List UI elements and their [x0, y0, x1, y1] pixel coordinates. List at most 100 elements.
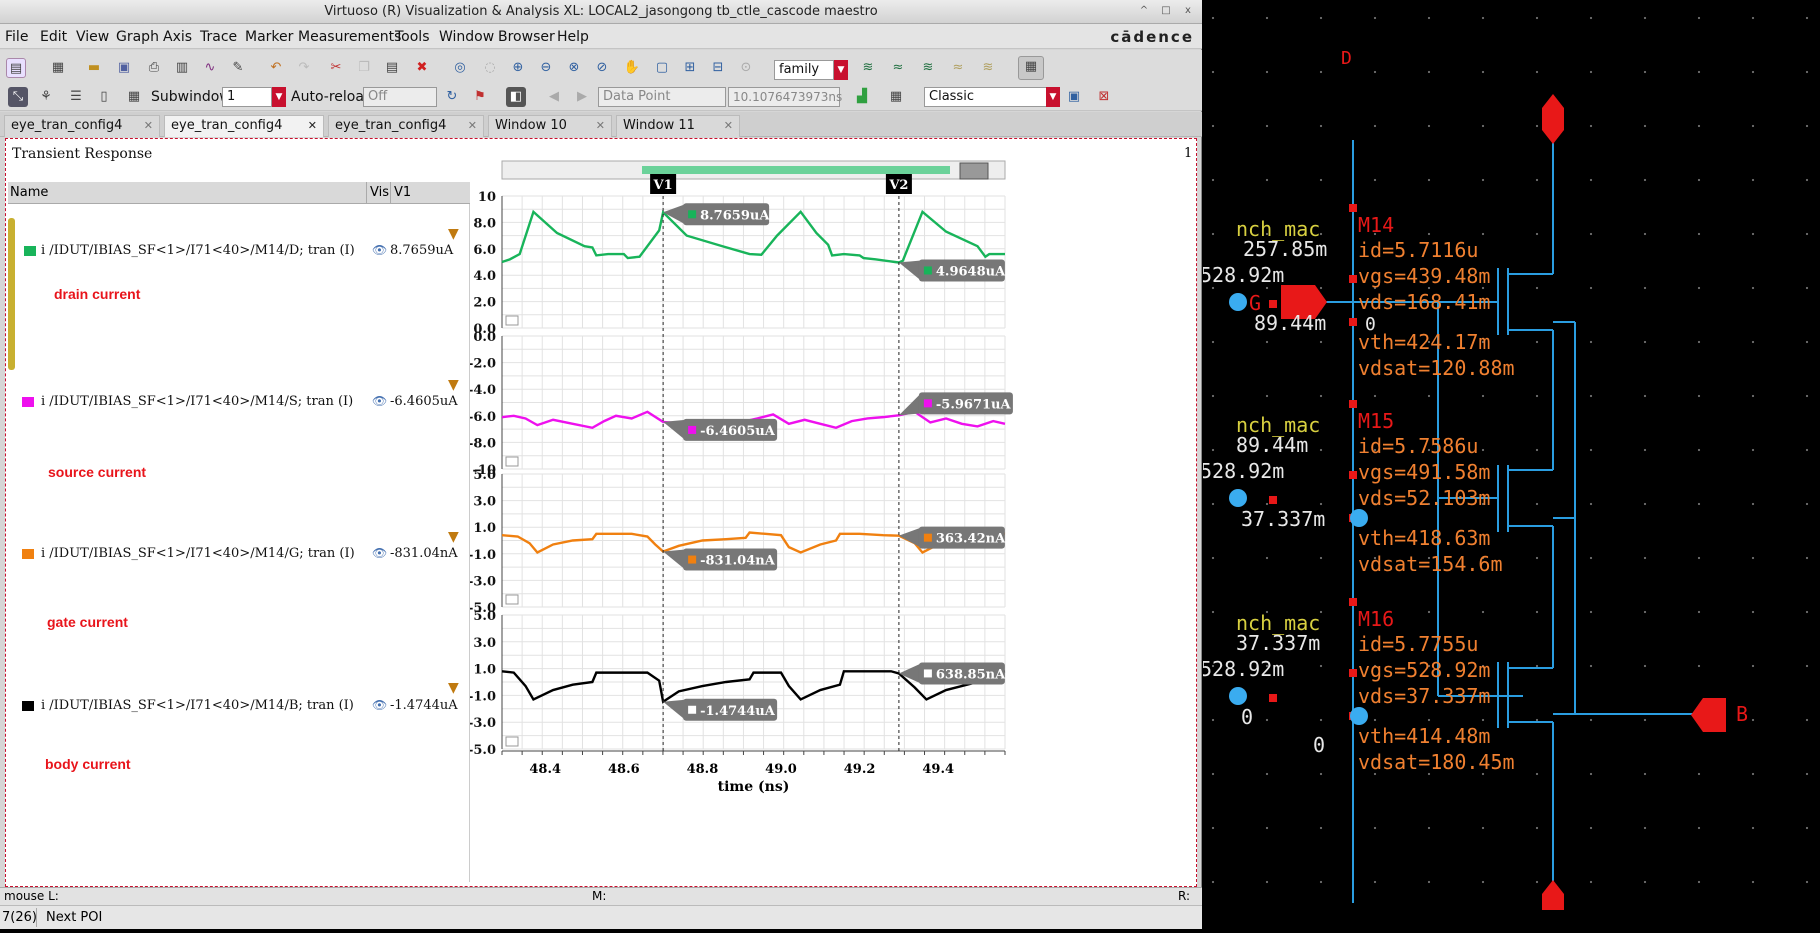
eye-icon[interactable]: 👁 — [372, 546, 387, 560]
zoom-in-icon[interactable]: ⊕ — [508, 58, 528, 78]
close-icon[interactable]: ✕ — [468, 116, 477, 136]
bulk-pin[interactable] — [1691, 698, 1726, 732]
net-node[interactable] — [1229, 489, 1247, 507]
grid-icon[interactable]: ▦ — [1018, 56, 1044, 80]
table-icon[interactable]: ▦ — [886, 87, 906, 107]
close-icon[interactable]: ✕ — [596, 116, 605, 136]
legend-row-gate[interactable]: i /IDUT/IBIAS_SF<1>/I71<40>/M14/G; tran … — [8, 545, 470, 563]
open-folder-icon[interactable]: ▬ — [84, 58, 104, 78]
chevron-down-icon[interactable]: ▼ — [1046, 87, 1060, 107]
redo-icon[interactable]: ↷ — [294, 58, 314, 78]
strip-icon[interactable]: ⚘ — [36, 87, 56, 107]
calculator-icon[interactable]: ▥ — [172, 58, 192, 78]
legend-row-drain[interactable]: i /IDUT/IBIAS_SF<1>/I71<40>/M14/D; tran … — [8, 242, 470, 260]
menu-file[interactable]: File — [5, 29, 28, 45]
subwindow-icon[interactable]: ▦ — [48, 58, 68, 78]
new-window-icon[interactable]: ▤ — [6, 58, 26, 78]
window-icon[interactable]: ▣ — [1064, 87, 1084, 107]
source-pin[interactable] — [1542, 880, 1564, 910]
close-icon[interactable]: ✕ — [144, 116, 153, 136]
eye-icon[interactable]: 👁 — [372, 394, 387, 408]
net-node[interactable] — [1229, 293, 1247, 311]
trace-icon-3[interactable]: ≋ — [918, 58, 938, 78]
stack-icon[interactable]: ☰ — [66, 87, 86, 107]
zoom-prev-icon[interactable]: ⊙ — [736, 58, 756, 78]
prev-icon[interactable]: ◀ — [544, 87, 564, 107]
paste-icon[interactable]: ▤ — [382, 58, 402, 78]
save-icon[interactable]: ▣ — [114, 58, 134, 78]
reload-icon[interactable]: ↻ — [442, 87, 462, 107]
menu-browser[interactable]: Browser — [498, 29, 555, 45]
pan-icon[interactable]: ✋ — [622, 58, 642, 78]
tab-window-11[interactable]: Window 11 ✕ — [616, 115, 740, 137]
autoreload-select[interactable]: Off — [363, 87, 437, 107]
eye-icon[interactable]: 👁 — [372, 243, 387, 257]
filter-icon[interactable]: ▼ — [448, 377, 459, 393]
net-node[interactable] — [1229, 687, 1247, 705]
waveform-icon[interactable]: ∿ — [200, 58, 220, 78]
close-icon[interactable]: ✕ — [308, 116, 317, 136]
menu-tools[interactable]: Tools — [395, 29, 430, 45]
histogram-icon[interactable]: ▟ — [852, 87, 872, 107]
zoom-out-icon[interactable]: ⊖ — [536, 58, 556, 78]
net-node[interactable] — [1350, 509, 1368, 527]
legend-row-body[interactable]: i /IDUT/IBIAS_SF<1>/I71<40>/M14/B; tran … — [8, 697, 470, 715]
fit-icon[interactable]: ◎ — [450, 58, 470, 78]
schematic-canvas[interactable]: D G B nch_mac257.85m528.92m89.44mM14id=5… — [1200, 0, 1820, 929]
drain-pin[interactable] — [1542, 94, 1564, 144]
trace-icon-1[interactable]: ≋ — [858, 58, 878, 78]
menu-window[interactable]: Window — [439, 29, 494, 45]
waveform-chart[interactable]: 108.06.04.02.00.0I (uA)8.7659uA4.9648uA0… — [470, 160, 1195, 882]
close-icon[interactable]: ✕ — [724, 116, 733, 136]
refresh-icon[interactable]: ◌ — [480, 58, 500, 78]
filter-icon[interactable]: ▼ — [448, 529, 459, 545]
next-icon[interactable]: ▶ — [572, 87, 592, 107]
tab-eye-tran-config4-1[interactable]: eye_tran_config4 ✕ — [4, 115, 160, 137]
trace-icon-2[interactable]: ≈ — [888, 58, 908, 78]
legend-row-source[interactable]: i /IDUT/IBIAS_SF<1>/I71<40>/M14/S; tran … — [8, 393, 470, 411]
maximize-button[interactable]: □ — [1158, 4, 1174, 18]
cursor-icon[interactable]: ⤡ — [8, 87, 28, 107]
trace-icon-4[interactable]: ≈ — [948, 58, 968, 78]
time-input[interactable]: 10.1076473973ns — [728, 87, 842, 107]
tab-window-10[interactable]: Window 10 ✕ — [488, 115, 612, 137]
zoom-box-icon[interactable]: ▢ — [652, 58, 672, 78]
card-icon[interactable]: ▦ — [124, 87, 144, 107]
chevron-down-icon[interactable]: ▼ — [834, 60, 848, 80]
menu-view[interactable]: View — [76, 29, 109, 45]
zoom-x-icon[interactable]: ⊗ — [564, 58, 584, 78]
menu-marker[interactable]: Marker — [245, 29, 293, 45]
close-button[interactable]: x — [1180, 4, 1196, 18]
zoom-fit-x-icon[interactable]: ⊞ — [680, 58, 700, 78]
next-poi-label[interactable]: Next POI — [46, 910, 102, 925]
print-icon[interactable]: ⎙ — [144, 58, 164, 78]
undo-icon[interactable]: ↶ — [266, 58, 286, 78]
style-select[interactable]: Classic — [924, 87, 1050, 107]
delete-icon[interactable]: ✖ — [412, 58, 432, 78]
eye-icon[interactable]: 👁 — [372, 698, 387, 712]
family-select[interactable]: family — [774, 60, 834, 80]
datapoint-select[interactable]: Data Point — [598, 87, 726, 107]
tab-eye-tran-config4-2[interactable]: eye_tran_config4 ✕ — [164, 115, 324, 137]
edit-icon[interactable]: ✎ — [228, 58, 248, 78]
filter-icon[interactable]: ▼ — [448, 226, 459, 242]
menu-help[interactable]: Help — [557, 29, 589, 45]
menu-graph[interactable]: Graph — [116, 29, 159, 45]
trace-icon-5[interactable]: ≋ — [978, 58, 998, 78]
menu-trace[interactable]: Trace — [200, 29, 237, 45]
chevron-down-icon[interactable]: ▼ — [272, 87, 286, 107]
net-node[interactable] — [1350, 707, 1368, 725]
menu-edit[interactable]: Edit — [40, 29, 67, 45]
copy-icon[interactable]: ❐ — [354, 58, 374, 78]
minimize-button[interactable]: ^ — [1136, 4, 1152, 18]
menu-axis[interactable]: Axis — [163, 29, 192, 45]
subwindow-input[interactable]: 1 — [222, 87, 272, 107]
menu-measurements[interactable]: Measurements — [298, 29, 401, 45]
flag-icon[interactable]: ⚑ — [470, 87, 490, 107]
slider-thumb[interactable] — [959, 162, 989, 180]
marker-mode-icon[interactable]: ◧ — [506, 87, 526, 107]
filter-icon[interactable]: ▼ — [448, 680, 459, 696]
zoom-fit-y-icon[interactable]: ⊟ — [708, 58, 728, 78]
tab-eye-tran-config4-3[interactable]: eye_tran_config4 ✕ — [328, 115, 484, 137]
split-icon[interactable]: ▯ — [94, 87, 114, 107]
